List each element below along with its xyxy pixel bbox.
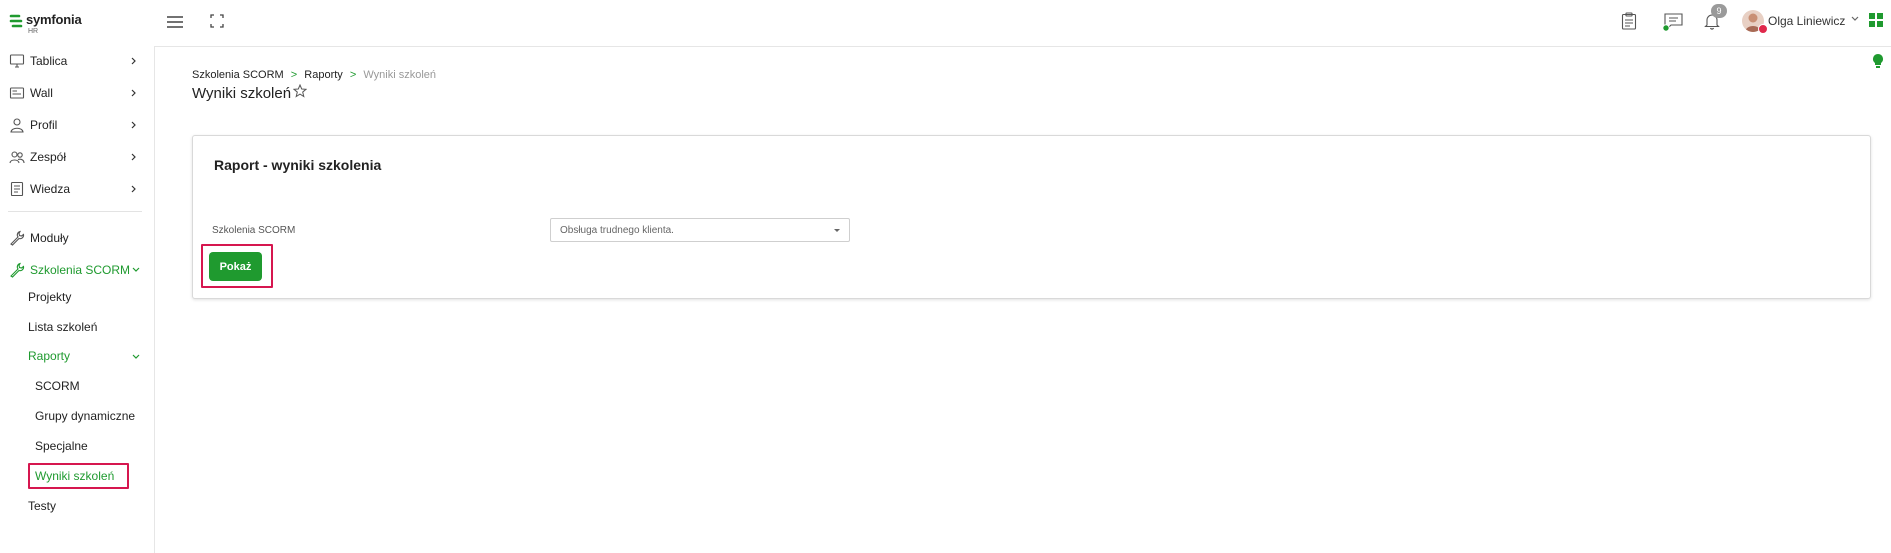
fullscreen-button[interactable] (206, 10, 228, 32)
logo-text: symfonia (26, 12, 82, 27)
page-title: Wyniki szkoleń (192, 85, 292, 102)
notification-badge: 9 (1711, 4, 1727, 18)
training-select[interactable]: Obsługa trudnego klienta. (550, 218, 850, 242)
chevron-right-icon (131, 185, 136, 193)
hamburger-icon (167, 16, 183, 28)
breadcrumb-separator: > (349, 69, 357, 81)
wall-icon (9, 87, 25, 99)
tasks-button[interactable] (1617, 9, 1641, 33)
sidebar-item-szkolenia-scorm[interactable]: Szkolenia SCORM (0, 257, 154, 283)
select-value: Obsługa trudnego klienta. (560, 225, 674, 236)
highlight-box (28, 463, 129, 489)
status-dot (1758, 24, 1768, 34)
chevron-down-icon[interactable] (1851, 16, 1859, 22)
apps-grid-icon[interactable] (1869, 13, 1883, 27)
sidebar-subitem-grupy-dynamiczne[interactable]: Grupy dynamiczne (35, 409, 135, 423)
sidebar-subitem-projekty[interactable]: Projekty (28, 290, 71, 304)
chevron-right-icon (131, 57, 136, 65)
sidebar-item-wiedza[interactable]: Wiedza (0, 176, 154, 202)
logo-mark-icon (9, 14, 23, 28)
sidebar-item-tablica[interactable]: Tablica (0, 48, 154, 74)
fullscreen-icon (210, 14, 224, 28)
sidebar-item-moduly[interactable]: Moduły (0, 225, 154, 251)
chevron-right-icon (131, 89, 136, 97)
report-card (192, 135, 1871, 299)
logo-subtitle: HR (28, 28, 39, 35)
messages-button[interactable] (1660, 9, 1686, 35)
sidebar-item-label: Tablica (30, 54, 68, 68)
highlight-box (201, 244, 273, 288)
field-label: Szkolenia SCORM (212, 225, 296, 236)
user-icon (10, 118, 24, 133)
sidebar-subitem-raporty[interactable]: Raporty (28, 349, 70, 363)
sidebar-item-label: Zespół (30, 150, 67, 164)
breadcrumb-link[interactable]: Raporty (304, 69, 343, 81)
breadcrumb-separator: > (290, 69, 298, 81)
sidebar-item-label: Wall (30, 86, 53, 100)
user-name[interactable]: Olga Liniewicz (1768, 14, 1845, 28)
star-icon[interactable] (293, 84, 307, 98)
chevron-down-icon[interactable] (132, 354, 140, 360)
breadcrumb-current: Wyniki szkoleń (363, 69, 437, 81)
menu-toggle-button[interactable] (164, 11, 186, 33)
sidebar-item-label: Wiedza (30, 182, 71, 196)
wrench-icon (10, 262, 25, 278)
sidebar-subitem-scorm[interactable]: SCORM (35, 379, 80, 393)
sidebar-item-profil[interactable]: Profil (0, 112, 154, 138)
chevron-right-icon (131, 153, 136, 161)
breadcrumb-link[interactable]: Szkolenia SCORM (192, 69, 284, 81)
clipboard-icon (1621, 12, 1637, 30)
sidebar-divider (8, 211, 142, 212)
top-bar: symfonia HR 9 Olga Liniewicz (0, 0, 1891, 47)
sidebar-subitem-testy[interactable]: Testy (28, 499, 56, 513)
sidebar-item-label: Szkolenia SCORM (30, 263, 131, 277)
chat-icon (1662, 13, 1683, 32)
wrench-icon (10, 230, 25, 246)
lightbulb-icon[interactable] (1872, 53, 1884, 69)
sidebar-item-wall[interactable]: Wall (0, 80, 154, 106)
team-icon (9, 151, 25, 164)
symfonia-logo[interactable]: symfonia HR (9, 10, 89, 38)
monitor-icon (9, 54, 25, 68)
card-title: Raport - wyniki szkolenia (214, 157, 382, 173)
document-icon (10, 181, 24, 197)
dropdown-caret-icon (834, 229, 840, 232)
breadcrumb: Szkolenia SCORM > Raporty > Wyniki szkol… (192, 69, 436, 81)
sidebar-item-label: Profil (30, 118, 58, 132)
sidebar-item-zespol[interactable]: Zespół (0, 144, 154, 170)
chevron-right-icon (131, 121, 136, 129)
sidebar-item-label: Moduły (30, 231, 69, 245)
chevron-down-icon (132, 267, 140, 272)
sidebar-subitem-specjalne[interactable]: Specjalne (35, 439, 88, 453)
sidebar-subitem-lista-szkolen[interactable]: Lista szkoleń (28, 320, 97, 334)
